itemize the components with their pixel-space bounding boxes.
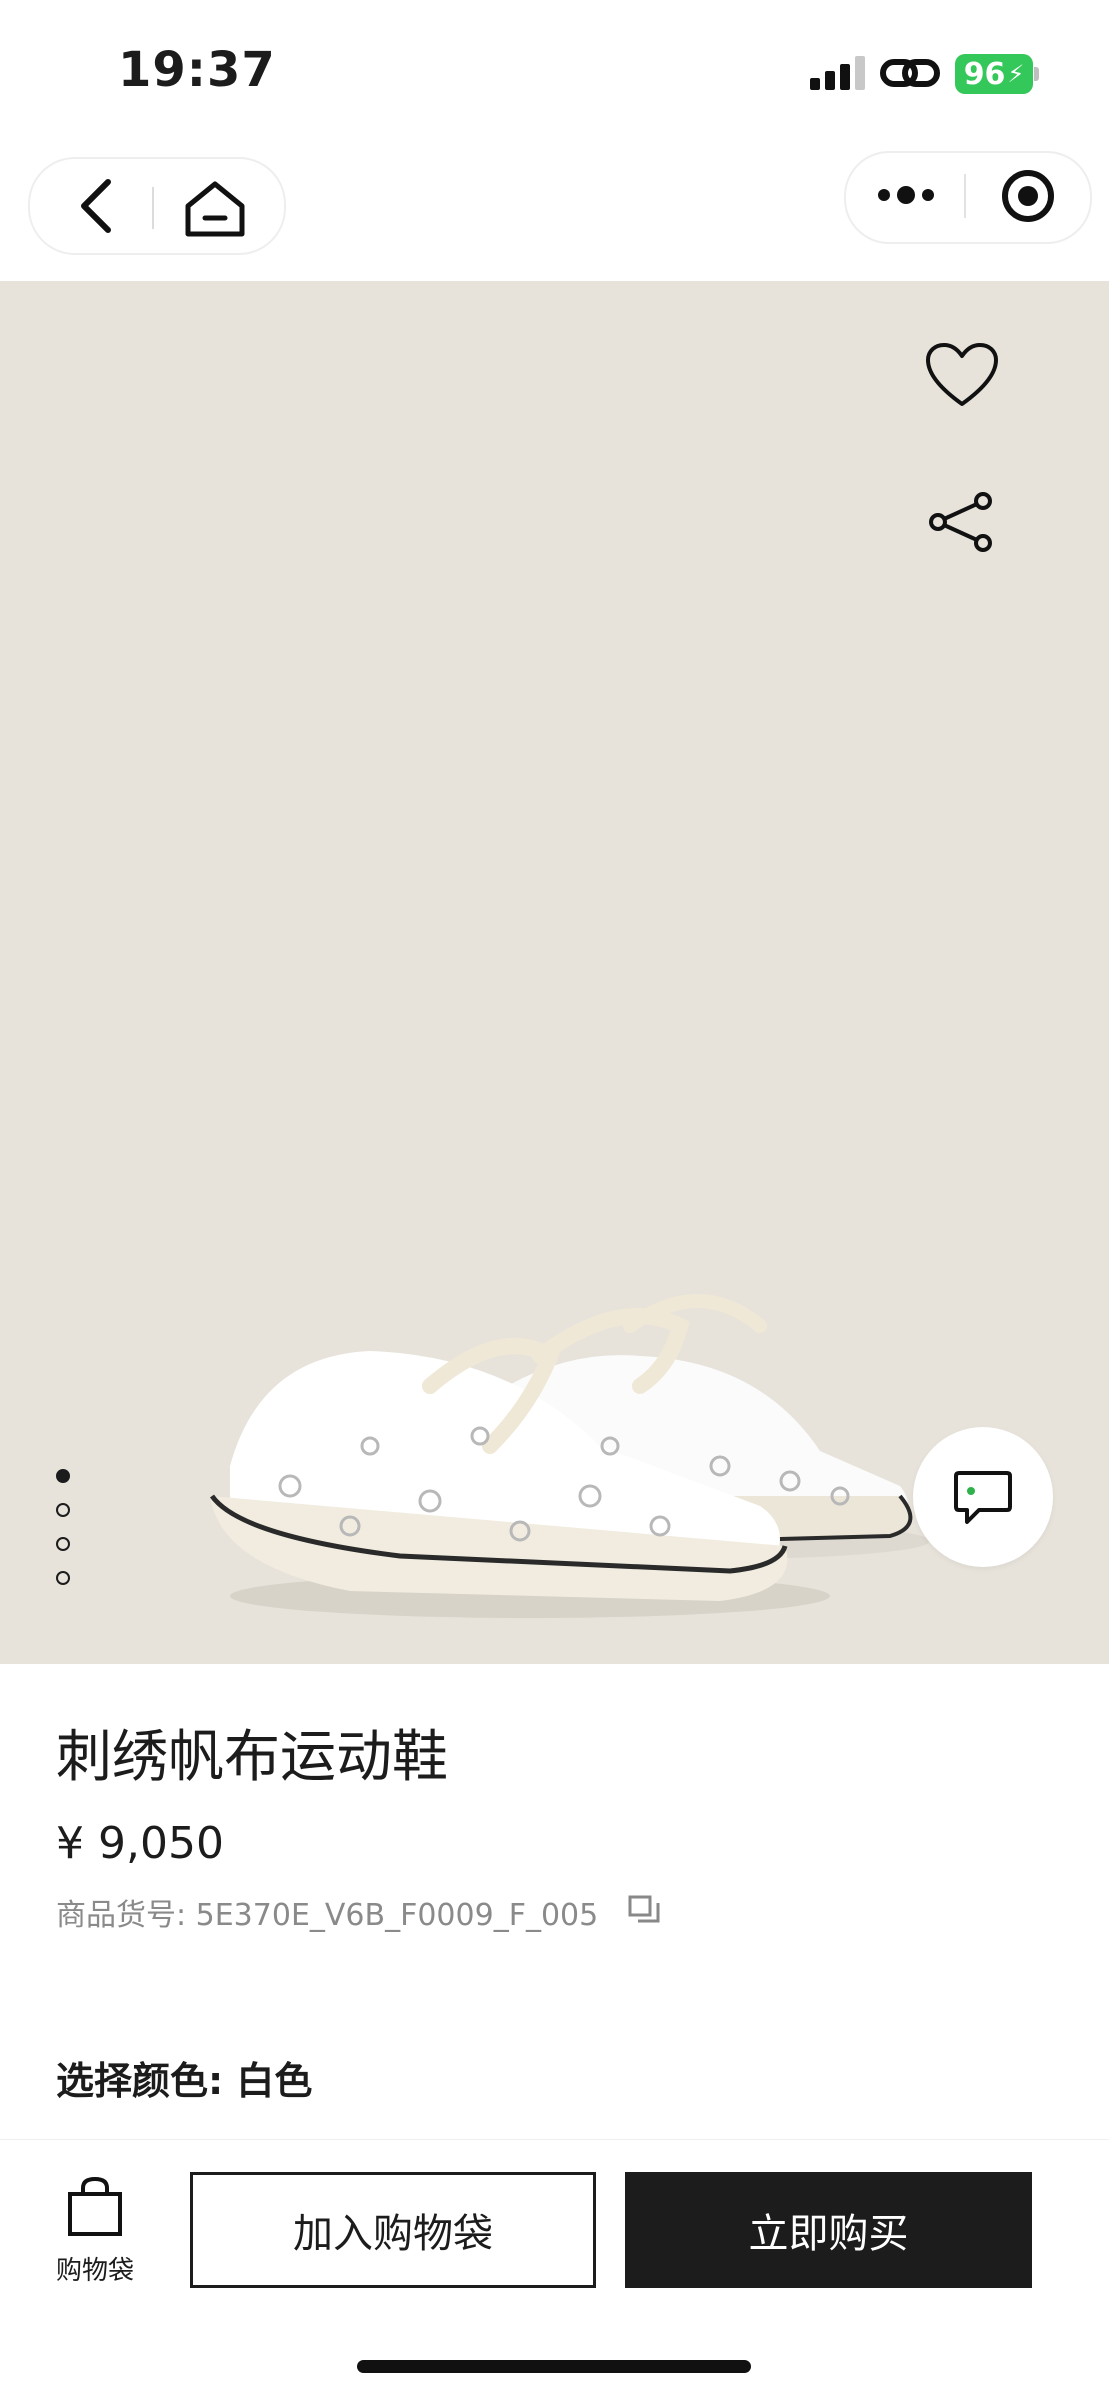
gallery-dot-1[interactable] (56, 1469, 70, 1483)
battery-level: 96 (963, 56, 1006, 92)
product-price: ¥ 9,050 (56, 1818, 224, 1869)
gallery-dot-4[interactable] (56, 1571, 70, 1585)
customer-service-button[interactable] (913, 1427, 1053, 1567)
product-shoe-image (209, 1294, 930, 1618)
more-dots-icon[interactable] (876, 182, 936, 208)
product-sku: 商品货号: 5E370E_V6B_F0009_F_005 (56, 1898, 599, 1933)
target-icon[interactable] (1000, 168, 1056, 224)
color-selection-label: 选择颜色: 白色 (56, 2059, 313, 2103)
link-icon (880, 59, 940, 87)
cellular-signal-icon (810, 56, 865, 90)
share-icon[interactable] (928, 492, 996, 552)
chevron-left-icon[interactable] (78, 178, 114, 234)
gallery-dot-2[interactable] (56, 1503, 70, 1517)
nav-divider (152, 187, 154, 229)
shopping-bag-label[interactable]: 购物袋 (56, 2250, 134, 2287)
buy-now-button[interactable]: 立即购买 (625, 2172, 1032, 2288)
home-indicator (357, 2360, 751, 2373)
product-title: 刺绣帆布运动鞋 (56, 1725, 448, 1790)
capsule-divider (964, 174, 966, 218)
add-to-bag-button[interactable]: 加入购物袋 (190, 2172, 596, 2288)
gallery-dot-3[interactable] (56, 1537, 70, 1551)
copy-icon[interactable] (628, 1895, 660, 1925)
shopping-bag-icon[interactable] (66, 2176, 124, 2238)
nav-pill (28, 157, 286, 255)
battery-tip (1034, 67, 1039, 81)
battery-indicator: 96 ⚡ (955, 54, 1033, 94)
heart-outline-icon[interactable] (924, 342, 1000, 408)
chat-bubble-icon (954, 1471, 1012, 1524)
status-time: 19:37 (118, 42, 276, 98)
home-icon[interactable] (183, 180, 247, 238)
